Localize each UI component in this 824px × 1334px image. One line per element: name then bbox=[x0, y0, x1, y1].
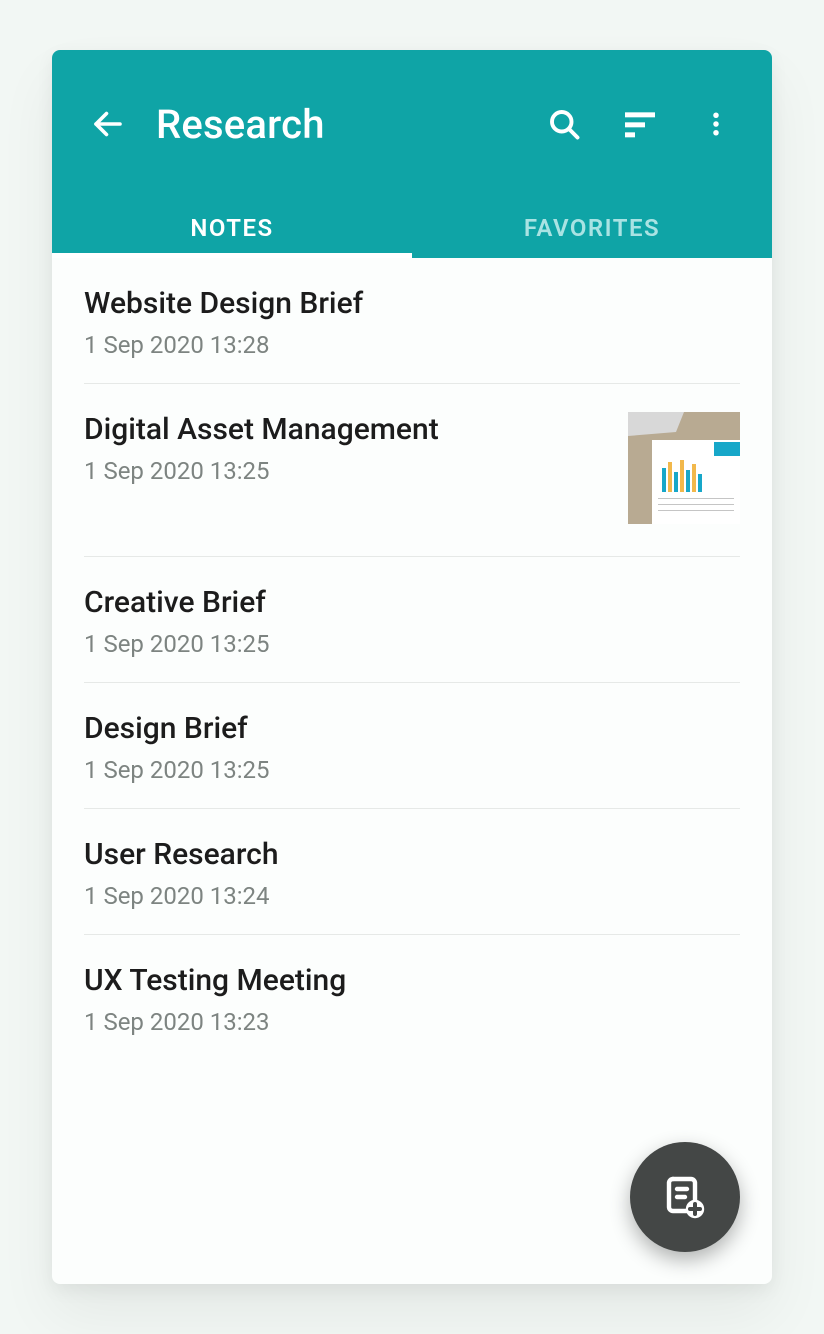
note-date: 1 Sep 2020 13:23 bbox=[84, 1008, 740, 1036]
notes-list: Website Design Brief 1 Sep 2020 13:28 Di… bbox=[52, 258, 772, 1060]
list-item-text: Creative Brief 1 Sep 2020 13:25 bbox=[84, 585, 740, 658]
sort-icon bbox=[620, 104, 660, 144]
new-note-fab[interactable] bbox=[630, 1142, 740, 1252]
back-arrow-icon bbox=[90, 106, 126, 142]
app-bar: Research bbox=[52, 50, 772, 258]
note-title: User Research bbox=[84, 837, 740, 872]
overflow-menu-button[interactable] bbox=[688, 96, 744, 152]
note-title: UX Testing Meeting bbox=[84, 963, 740, 998]
sort-button[interactable] bbox=[612, 96, 668, 152]
tab-label: NOTES bbox=[190, 214, 273, 242]
note-title: Design Brief bbox=[84, 711, 740, 746]
more-vert-icon bbox=[701, 109, 731, 139]
list-item[interactable]: Creative Brief 1 Sep 2020 13:25 bbox=[84, 557, 740, 683]
note-date: 1 Sep 2020 13:25 bbox=[84, 630, 740, 658]
note-date: 1 Sep 2020 13:24 bbox=[84, 882, 740, 910]
app-frame: Research bbox=[52, 50, 772, 1284]
tab-notes[interactable]: NOTES bbox=[52, 198, 412, 258]
list-item-text: UX Testing Meeting 1 Sep 2020 13:23 bbox=[84, 963, 740, 1036]
list-item-text: Digital Asset Management 1 Sep 2020 13:2… bbox=[84, 412, 608, 485]
note-title: Website Design Brief bbox=[84, 286, 740, 321]
thumbnail-image-icon bbox=[628, 412, 740, 524]
app-bar-top-row: Research bbox=[52, 50, 772, 198]
page-title: Research bbox=[156, 101, 526, 148]
search-icon bbox=[546, 106, 582, 142]
note-date: 1 Sep 2020 13:25 bbox=[84, 457, 608, 485]
tab-label: FAVORITES bbox=[524, 214, 660, 242]
note-thumbnail bbox=[628, 412, 740, 524]
list-item-text: Website Design Brief 1 Sep 2020 13:28 bbox=[84, 286, 740, 359]
list-item[interactable]: UX Testing Meeting 1 Sep 2020 13:23 bbox=[84, 935, 740, 1060]
list-item-text: User Research 1 Sep 2020 13:24 bbox=[84, 837, 740, 910]
list-item[interactable]: User Research 1 Sep 2020 13:24 bbox=[84, 809, 740, 935]
note-title: Digital Asset Management bbox=[84, 412, 608, 447]
app-bar-actions bbox=[536, 96, 744, 152]
tab-favorites[interactable]: FAVORITES bbox=[412, 198, 772, 258]
note-add-icon bbox=[661, 1173, 709, 1221]
note-title: Creative Brief bbox=[84, 585, 740, 620]
list-item-text: Design Brief 1 Sep 2020 13:25 bbox=[84, 711, 740, 784]
tab-indicator bbox=[52, 253, 412, 258]
list-item[interactable]: Digital Asset Management 1 Sep 2020 13:2… bbox=[84, 384, 740, 557]
search-button[interactable] bbox=[536, 96, 592, 152]
tabs: NOTES FAVORITES bbox=[52, 198, 772, 258]
list-item[interactable]: Design Brief 1 Sep 2020 13:25 bbox=[84, 683, 740, 809]
back-button[interactable] bbox=[80, 96, 136, 152]
note-date: 1 Sep 2020 13:25 bbox=[84, 756, 740, 784]
list-item[interactable]: Website Design Brief 1 Sep 2020 13:28 bbox=[84, 258, 740, 384]
note-date: 1 Sep 2020 13:28 bbox=[84, 331, 740, 359]
